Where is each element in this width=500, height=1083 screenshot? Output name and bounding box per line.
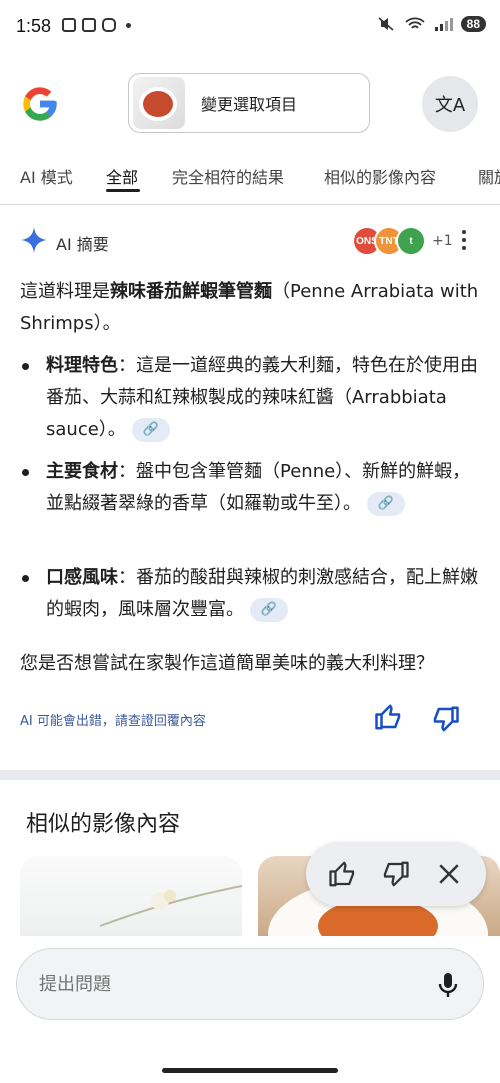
translate-icon: 文A <box>434 95 466 116</box>
ask-question-bar[interactable] <box>16 948 484 1020</box>
similar-image-card[interactable] <box>20 856 242 936</box>
status-system-icons: 88 <box>377 16 486 32</box>
source-link-button[interactable]: 🔗 <box>250 598 288 622</box>
link-icon: 🔗 <box>260 602 278 617</box>
selected-image-thumbnail <box>133 77 185 129</box>
top-bar: 變更選取項目 文A <box>0 72 500 136</box>
source-link-button[interactable]: 🔗 <box>131 418 170 442</box>
thumbs-up-icon[interactable] <box>328 859 358 889</box>
tab-ai-mode[interactable]: AI 模式 <box>20 164 73 188</box>
screenshot-icon <box>62 18 76 32</box>
ai-overview-header: AI 摘要 ONS TNT t +1 <box>20 226 480 256</box>
thumbs-up-icon[interactable] <box>374 702 404 732</box>
thumbs-down-icon[interactable] <box>430 704 460 734</box>
link-icon: 🔗 <box>142 422 159 437</box>
bullet-label: 主要食材 <box>46 461 118 482</box>
wifi-icon <box>405 17 425 29</box>
bullet-label: 口感風味 <box>46 567 118 588</box>
ai-disclaimer: AI 可能會出錯，請查證回覆內容 <box>20 714 206 729</box>
bullet-dot <box>22 469 29 476</box>
bullet-feature: 料理特色：這是一道經典的義大利麵，特色在於使用由番茄、大蒜和紅辣椒製成的辣味紅醬… <box>20 350 480 446</box>
bullet-dot <box>22 363 29 370</box>
bullet-ingredients: 主要食材：盤中包含筆管麵（Penne）、新鮮的鮮蝦，並點綴著翠綠的香草（如羅勒或… <box>20 456 480 520</box>
sources-more-count: +1 <box>432 233 453 249</box>
google-logo[interactable] <box>20 84 60 124</box>
bullet-label: 料理特色 <box>46 355 118 376</box>
mute-icon <box>378 17 394 31</box>
flower-image <box>99 885 242 927</box>
battery-indicator: 88 <box>460 16 486 32</box>
tab-about[interactable]: 關於 <box>478 164 500 188</box>
microphone-icon[interactable] <box>437 971 459 999</box>
close-icon[interactable] <box>434 859 464 889</box>
status-notification-icons <box>62 18 131 32</box>
gemini-spark-icon <box>21 227 47 253</box>
section-divider <box>0 770 500 780</box>
change-selection-chip[interactable]: 變更選取項目 <box>128 73 370 133</box>
active-tab-indicator <box>106 189 140 192</box>
calendar-icon <box>82 18 96 32</box>
tabs-divider <box>0 204 500 205</box>
ai-overview-title: AI 摘要 <box>56 235 109 254</box>
result-tabs: AI 模式 全部 完全相符的結果 相似的影像內容 關於 <box>0 158 500 198</box>
tab-exact-matches[interactable]: 完全相符的結果 <box>172 164 284 188</box>
tab-all[interactable]: 全部 <box>106 164 138 188</box>
ask-question-input[interactable] <box>37 973 401 996</box>
change-selection-label: 變更選取項目 <box>201 95 298 114</box>
dish-name: 辣味番茄鮮蝦筆管麵 <box>110 281 272 302</box>
ai-sources[interactable]: ONS TNT t +1 <box>352 226 453 256</box>
cell-signal-icon <box>434 18 453 31</box>
tab-similar-images[interactable]: 相似的影像內容 <box>324 164 436 188</box>
translate-button[interactable]: 文A <box>422 76 478 132</box>
status-time: 1:58 <box>16 16 52 36</box>
source-link-button[interactable]: 🔗 <box>367 492 405 516</box>
bullet-dot <box>22 575 29 582</box>
ai-feedback-buttons <box>374 702 464 734</box>
more-notifications-icon <box>126 22 131 28</box>
ai-answer-intro: 這道料理是辣味番茄鮮蝦筆管麵（Penne Arrabiata with Shri… <box>20 276 480 340</box>
floating-feedback-pill <box>306 842 486 906</box>
source-badge: t <box>396 226 426 256</box>
link-icon: 🔗 <box>377 496 395 511</box>
instagram-icon <box>102 18 116 32</box>
thumbs-down-icon[interactable] <box>380 859 410 889</box>
ai-followup-question: 您是否想嘗試在家製作這道簡單美味的義大利料理？ <box>20 653 434 674</box>
home-indicator[interactable] <box>162 1068 338 1073</box>
more-options-icon[interactable] <box>460 230 468 250</box>
similar-images-title: 相似的影像內容 <box>26 812 181 837</box>
bullet-flavor: 口感風味：番茄的酸甜與辣椒的刺激感結合，配上鮮嫩的蝦肉，風味層次豐富。 🔗 <box>20 562 480 626</box>
answer-text: 這道料理是 <box>20 281 110 302</box>
status-bar: 1:58 88 <box>0 0 500 52</box>
